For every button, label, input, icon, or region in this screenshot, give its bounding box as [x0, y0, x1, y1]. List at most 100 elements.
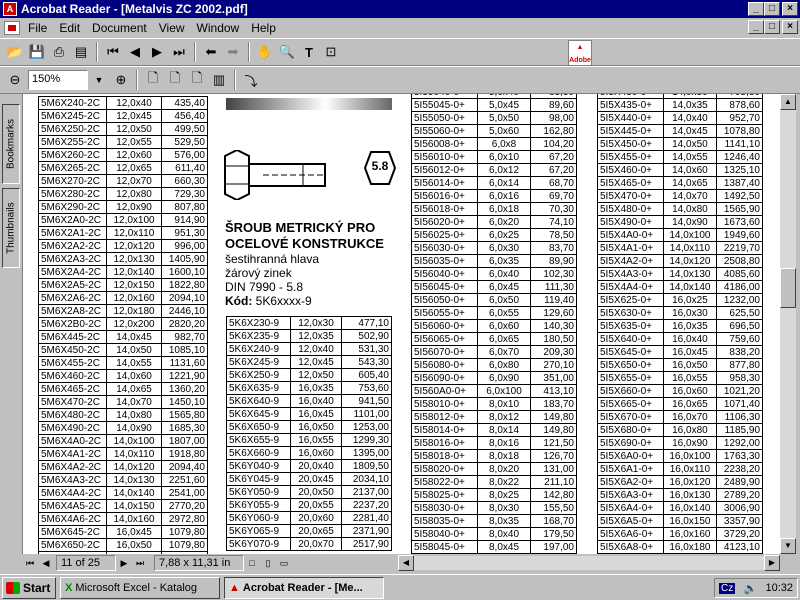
doc-minimize-icon[interactable]: _: [748, 20, 764, 34]
excel-icon: X: [65, 581, 73, 594]
reflow-icon[interactable]: ▥: [208, 69, 230, 91]
doc-restore-icon[interactable]: □: [764, 20, 780, 34]
fit-page-icon[interactable]: 🗋: [164, 69, 186, 91]
hand-tool-icon[interactable]: ✋: [254, 41, 276, 63]
product-code-cell: 5I58010-0+: [411, 397, 478, 411]
close-icon[interactable]: ×: [782, 2, 798, 16]
navigation-pane-tabs: Bookmarks Thumbnails: [0, 94, 22, 554]
maximize-icon[interactable]: □: [764, 2, 780, 16]
start-button[interactable]: Start: [2, 576, 56, 599]
price-cell: 67,20: [530, 150, 577, 164]
text-select-icon[interactable]: T: [298, 41, 320, 63]
speaker-icon[interactable]: 🔈: [744, 582, 758, 595]
scroll-left-icon[interactable]: ◀: [398, 555, 414, 571]
horizontal-scrollbar[interactable]: ◀ ▶: [398, 555, 780, 571]
dimension-cell: 20,0x40: [289, 459, 343, 473]
zoom-level-field[interactable]: 150%: [28, 70, 88, 90]
dimension-cell: 12,0x200: [105, 317, 163, 331]
first-page-icon[interactable]: ⏮: [102, 41, 124, 63]
dimension-cell: 6,0x50: [476, 293, 532, 307]
dimension-cell: 5,0x45: [476, 98, 532, 112]
product-code-cell: 5I56055-0+: [411, 306, 478, 320]
graphics-select-icon[interactable]: ⊡: [320, 41, 342, 63]
next-page-status-icon[interactable]: ▶: [116, 556, 132, 570]
prev-page-status-icon[interactable]: ◀: [38, 556, 54, 570]
menu-edit[interactable]: Edit: [53, 21, 86, 35]
previous-page-icon[interactable]: ◀: [124, 41, 146, 63]
zoom-tool-icon[interactable]: 🔍: [276, 41, 298, 63]
dimension-cell: 16,0x35: [289, 381, 343, 395]
table-row: 5M6X4A3-2C 14,0x130 2251,60: [38, 473, 208, 487]
document-view[interactable]: 5M6X240-2C 12,0x40 435,40 5M6X245-2C 12,0x45…: [22, 94, 780, 554]
product-code-cell: 5I58016-0+: [411, 436, 478, 450]
menu-window[interactable]: Window: [191, 21, 246, 35]
dimension-cell: 12,0x40: [105, 96, 163, 110]
zoom-out-icon[interactable]: ⊖: [4, 69, 26, 91]
product-code-cell: 5I56060-0+: [411, 319, 478, 333]
scroll-down-icon[interactable]: ▼: [780, 538, 796, 554]
language-indicator[interactable]: Cz: [719, 582, 736, 594]
tab-thumbnails[interactable]: Thumbnails: [2, 188, 20, 268]
fit-width-icon[interactable]: 🗋: [186, 69, 208, 91]
table-row: 5M6X290-2C 12,0x90 807,80: [38, 200, 208, 214]
taskbar-item-acrobat[interactable]: ▲ Acrobat Reader - [Me...: [224, 576, 384, 599]
menu-document[interactable]: Document: [86, 21, 153, 35]
print-icon[interactable]: ⎙: [48, 41, 70, 63]
acrobat-app-icon[interactable]: A: [3, 2, 17, 16]
table-row: 5I56090-0+ 6,0x90 351,00: [411, 371, 577, 385]
dimension-cell: 16,0x45: [105, 525, 163, 539]
scroll-up-icon[interactable]: ▲: [780, 94, 796, 110]
dimension-cell: 6,0x18: [476, 202, 532, 216]
actual-size-icon[interactable]: 🗋: [142, 69, 164, 91]
first-page-status-icon[interactable]: ⏮: [22, 556, 38, 570]
navigation-pane-icon[interactable]: ▤: [70, 41, 92, 63]
dimension-cell: 6,0x90: [476, 371, 532, 385]
price-cell: 2972,80: [161, 512, 208, 526]
price-cell: 941,50: [341, 394, 392, 408]
table-row: 5M6X245-2C 12,0x45 456,40: [38, 109, 208, 123]
page-indicator[interactable]: 11 of 25: [56, 555, 116, 571]
chevron-down-icon[interactable]: ▼: [88, 69, 110, 91]
next-page-icon[interactable]: ▶: [146, 41, 168, 63]
zoom-in-icon[interactable]: ⊕: [110, 69, 132, 91]
tab-bookmarks[interactable]: Bookmarks: [2, 104, 20, 184]
single-page-icon[interactable]: □: [244, 556, 260, 570]
product-code-cell: 5M6X290-2C: [38, 200, 107, 214]
minimize-icon[interactable]: _: [748, 2, 764, 16]
menu-file[interactable]: File: [22, 21, 53, 35]
go-back-icon[interactable]: ⬅: [200, 41, 222, 63]
menu-view[interactable]: View: [153, 21, 191, 35]
dimension-cell: 14,0x90: [105, 421, 163, 435]
product-code-cell: 5I56080-0+: [411, 358, 478, 372]
price-cell: 2237,20: [341, 498, 392, 512]
toolbar-separator: [194, 42, 196, 62]
price-cell: 2541,00: [161, 486, 208, 500]
dimension-cell: 16,0x140: [662, 501, 718, 515]
facing-pages-icon[interactable]: ▭: [276, 556, 292, 570]
document-icon[interactable]: [4, 20, 20, 35]
vertical-scrollbar[interactable]: ▲ ▼: [780, 94, 796, 554]
scroll-right-icon[interactable]: ▶: [764, 555, 780, 571]
save-icon[interactable]: 💾: [26, 41, 48, 63]
dimension-cell: 14,0x110: [662, 241, 718, 255]
dimension-cell: 16,0x55: [662, 371, 718, 385]
go-forward-icon[interactable]: ➡: [222, 41, 244, 63]
rotate-icon[interactable]: ⤵: [240, 69, 262, 91]
price-table-3: 5I55040-0+5,0x4083,305I55045-0+5,0x4589,…: [411, 94, 577, 554]
product-code-cell: 5M6X4A1-2C: [38, 447, 107, 461]
last-page-status-icon[interactable]: ⏭: [132, 556, 148, 570]
price-cell: 149,80: [530, 410, 577, 424]
taskbar-item-excel[interactable]: X Microsoft Excel - Katalog: [60, 576, 220, 599]
dimension-cell: 6,0x80: [476, 358, 532, 372]
dimension-cell: 14,0x45: [105, 330, 163, 344]
continuous-icon[interactable]: ▯: [260, 556, 276, 570]
doc-close-icon[interactable]: ×: [782, 20, 798, 34]
dimension-cell: 6,0x25: [476, 228, 532, 242]
open-icon[interactable]: 📂: [4, 41, 26, 63]
scroll-thumb[interactable]: [780, 268, 796, 308]
price-cell: 2789,20: [716, 488, 763, 502]
product-code-cell: 5M6X2A3-2C: [38, 252, 107, 266]
last-page-icon[interactable]: ⏭: [168, 41, 190, 63]
grade-label: 5.8: [371, 159, 389, 173]
menu-help[interactable]: Help: [245, 21, 282, 35]
